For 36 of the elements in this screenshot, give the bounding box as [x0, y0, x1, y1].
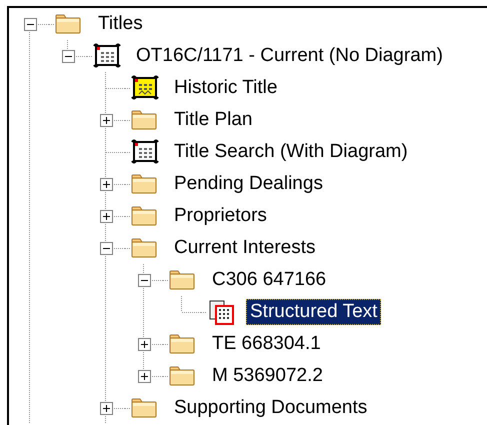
tree-item[interactable]: TE 668304.1 — [208, 331, 325, 357]
document-icon — [131, 75, 159, 101]
tree-item[interactable]: OT16C/1171 - Current (No Diagram) — [132, 43, 447, 69]
folder-icon — [131, 110, 157, 130]
tree-item[interactable]: Title Plan — [170, 107, 256, 133]
document-icon — [93, 43, 121, 69]
tree-item[interactable]: C306 647166 — [208, 267, 330, 293]
tree-item[interactable]: Titles — [94, 11, 147, 37]
expand-toggle[interactable] — [138, 338, 150, 350]
tree-item[interactable]: Historic Title — [170, 75, 282, 101]
tree-item[interactable]: Structured Text — [246, 299, 382, 325]
collapse-toggle[interactable] — [62, 50, 74, 62]
tree-item[interactable]: Proprietors — [170, 203, 271, 229]
folder-icon — [131, 398, 157, 418]
document-icon — [131, 139, 159, 165]
folder-icon — [169, 366, 195, 386]
tree-item[interactable]: Current Interests — [170, 235, 320, 261]
document-icon — [207, 299, 235, 325]
tree-item[interactable]: Supporting Documents — [170, 395, 372, 421]
tree-item[interactable]: M 5369072.2 — [208, 363, 327, 389]
tree-item[interactable]: Pending Dealings — [170, 171, 327, 197]
expand-toggle[interactable] — [100, 178, 112, 190]
expand-toggle[interactable] — [100, 114, 112, 126]
folder-icon — [131, 238, 157, 258]
folder-icon — [131, 206, 157, 226]
folder-icon — [169, 270, 195, 290]
folder-icon — [169, 334, 195, 354]
collapse-toggle[interactable] — [100, 242, 112, 254]
expand-toggle[interactable] — [138, 370, 150, 382]
folder-icon — [131, 174, 157, 194]
expand-toggle[interactable] — [100, 402, 112, 414]
folder-icon — [55, 14, 81, 34]
tree-item[interactable]: Title Search (With Diagram) — [170, 139, 412, 165]
collapse-toggle[interactable] — [138, 274, 150, 286]
expand-toggle[interactable] — [100, 210, 112, 222]
collapse-toggle[interactable] — [24, 18, 36, 30]
